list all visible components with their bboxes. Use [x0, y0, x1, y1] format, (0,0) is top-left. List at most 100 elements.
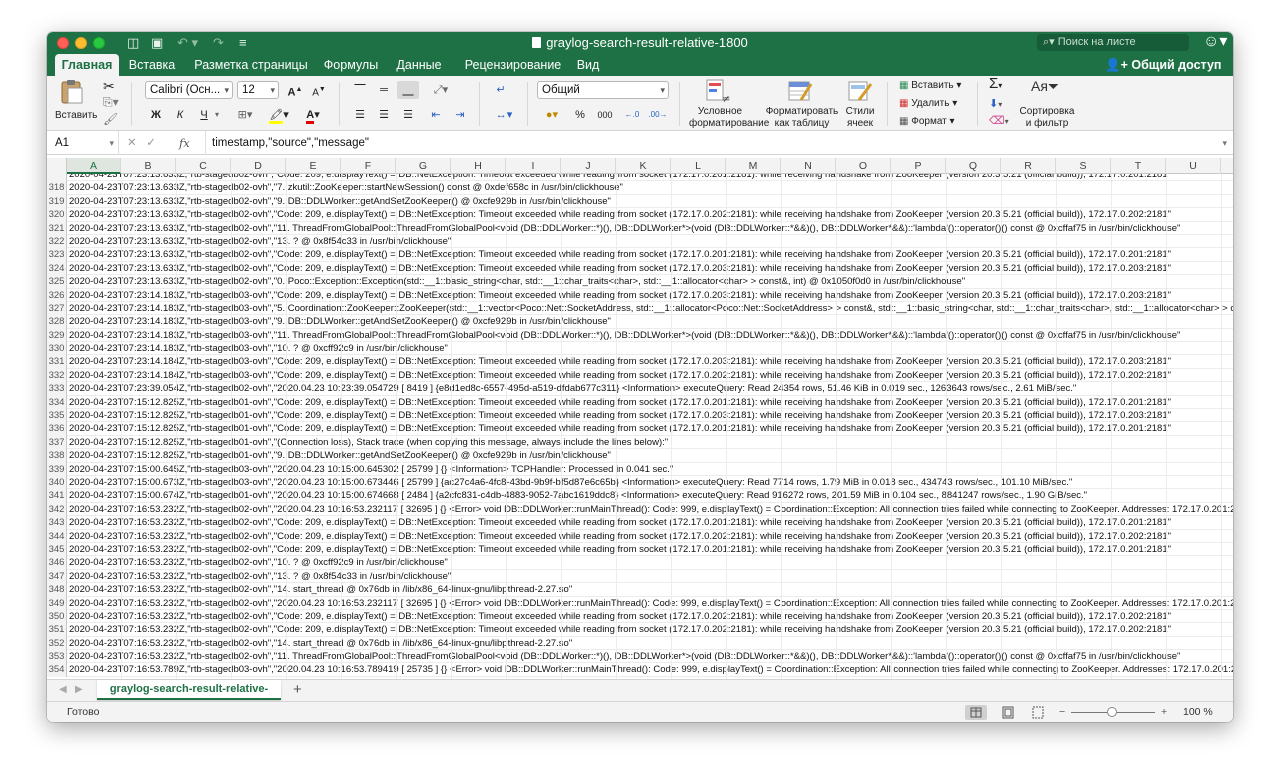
- row-number[interactable]: 350: [47, 609, 67, 624]
- column-header-k[interactable]: K: [616, 158, 671, 174]
- cell-a[interactable]: 2020-04-23T07:15:12.825Z,"rtb-stagedb01-…: [69, 449, 611, 462]
- column-header-g[interactable]: G: [396, 158, 451, 174]
- row-number[interactable]: 342: [47, 502, 67, 517]
- font-name-select[interactable]: Calibri (Осн...: [145, 81, 233, 99]
- decrease-indent-button[interactable]: ⇤: [425, 106, 447, 124]
- sheet-tab[interactable]: graylog-search-result-relative-: [97, 680, 281, 700]
- add-sheet-icon[interactable]: +: [293, 681, 302, 699]
- row-number[interactable]: 341: [47, 489, 67, 503]
- zoom-slider-handle[interactable]: [1107, 707, 1117, 717]
- column-header-m[interactable]: M: [726, 158, 781, 174]
- cell-a[interactable]: 2020-04-23T07:23:14.183Z,"rtb-stagedb03-…: [69, 289, 1171, 302]
- column-header-s[interactable]: S: [1056, 158, 1111, 174]
- row-number[interactable]: 322: [47, 234, 67, 249]
- align-middle-button[interactable]: ═: [373, 81, 395, 99]
- row-number[interactable]: 320: [47, 208, 67, 222]
- underline-options-icon[interactable]: ▾: [215, 109, 219, 121]
- tab-data[interactable]: Данные: [391, 54, 447, 76]
- cell-a[interactable]: 2020-04-23T07:23:13.633Z,"rtb-stagedb02-…: [69, 208, 1171, 221]
- share-button[interactable]: 👤+ Общий доступ ︿: [1105, 54, 1233, 94]
- row-number[interactable]: 346: [47, 556, 67, 570]
- row-number[interactable]: 338: [47, 449, 67, 463]
- sort-filter-label[interactable]: Сортировка и фильтр: [1013, 106, 1081, 130]
- row-number[interactable]: 331: [47, 355, 67, 369]
- row-number[interactable]: 329: [47, 328, 67, 343]
- format-cells-button[interactable]: ▦ Формат ▾: [899, 116, 955, 128]
- row-number[interactable]: 337: [47, 435, 67, 450]
- column-header-i[interactable]: I: [506, 158, 561, 174]
- cell-a[interactable]: 2020-04-23T07:15:00.674Z,"rtb-stagedb01-…: [69, 489, 1087, 502]
- increase-decimal-button[interactable]: ←.0: [621, 106, 643, 124]
- row-number[interactable]: 321: [47, 221, 67, 235]
- column-header-o[interactable]: O: [836, 158, 891, 174]
- row-number[interactable]: 354: [47, 663, 67, 677]
- thousands-separator-button[interactable]: 000: [593, 106, 617, 124]
- cell-a[interactable]: 2020-04-23T07:23:14.184Z,"rtb-stagedb03-…: [69, 369, 1171, 382]
- align-bottom-button[interactable]: ⎽: [397, 81, 419, 99]
- sheet-search-input[interactable]: ⌕▾ Поиск на листе: [1037, 34, 1189, 51]
- tab-home[interactable]: Главная: [55, 54, 119, 76]
- tab-review[interactable]: Рецензирование: [457, 54, 569, 76]
- column-header-j[interactable]: J: [561, 158, 616, 174]
- cell-a[interactable]: 2020-04-23T07:16:53.232Z,"rtb-stagedb02-…: [69, 583, 572, 596]
- column-header-a[interactable]: A: [67, 158, 121, 174]
- fill-icon[interactable]: ⬇▾: [989, 98, 1002, 111]
- cell-a[interactable]: 2020-04-23T07:15:12.825Z,"rtb-stagedb01-…: [69, 396, 1171, 409]
- cell-a[interactable]: 2020-04-23T07:23:13.633Z,"rtb-stagedb02-…: [69, 222, 1180, 235]
- format-as-table-icon[interactable]: [787, 78, 813, 104]
- zoom-in-icon[interactable]: +: [1161, 702, 1167, 722]
- row-number[interactable]: 326: [47, 288, 67, 302]
- spreadsheet-grid[interactable]: ABCDEFGHIJKLMNOPQRSTU 2020-04-23T07:23:1…: [47, 158, 1233, 679]
- column-header-p[interactable]: P: [891, 158, 946, 174]
- tab-formulas[interactable]: Формулы: [319, 54, 383, 76]
- increase-indent-button[interactable]: ⇥: [449, 106, 471, 124]
- row-number[interactable]: 332: [47, 368, 67, 383]
- row-number[interactable]: 339: [47, 462, 67, 476]
- bold-button[interactable]: Ж: [147, 106, 165, 124]
- paste-label[interactable]: Вставить: [55, 110, 97, 122]
- cell-a[interactable]: 2020-04-23T07:23:14.184Z,"rtb-stagedb03-…: [69, 355, 1171, 368]
- row-number[interactable]: 324: [47, 261, 67, 276]
- column-header-d[interactable]: D: [231, 158, 286, 174]
- cell-a[interactable]: 2020-04-23T07:23:13.633Z,"rtb-stagedb02-…: [69, 235, 451, 248]
- column-header-l[interactable]: L: [671, 158, 726, 174]
- row-number[interactable]: 328: [47, 315, 67, 329]
- decrease-font-button[interactable]: A▼: [309, 81, 329, 99]
- cell-a[interactable]: 2020-04-23T07:16:53.789Z,"rtb-stagedb03-…: [69, 663, 1233, 676]
- row-number[interactable]: 352: [47, 636, 67, 651]
- cell-a[interactable]: 2020-04-23T07:16:53.232Z,"rtb-stagedb02-…: [69, 503, 1233, 516]
- tab-view[interactable]: Вид: [575, 54, 601, 76]
- row-number[interactable]: 340: [47, 475, 67, 490]
- cell-a[interactable]: 2020-04-23T07:23:14.183Z,"rtb-stagedb03-…: [69, 329, 1180, 342]
- cell-a[interactable]: 2020-04-23T07:15:12.825Z,"rtb-stagedb01-…: [69, 422, 1171, 435]
- cell-a[interactable]: 2020-04-23T07:15:00.673Z,"rtb-stagedb03-…: [69, 476, 1072, 489]
- select-all-corner[interactable]: [47, 158, 67, 174]
- italic-button[interactable]: К: [171, 106, 189, 124]
- formula-input[interactable]: timestamp,"source","message": [205, 131, 369, 155]
- column-header-q[interactable]: Q: [946, 158, 1001, 174]
- percent-button[interactable]: %: [571, 106, 589, 124]
- next-sheet-icon[interactable]: ▶: [75, 684, 83, 695]
- row-number[interactable]: 347: [47, 569, 67, 584]
- format-as-table-label[interactable]: Форматировать как таблицу: [765, 106, 839, 130]
- row-number[interactable]: 323: [47, 248, 67, 262]
- copy-icon[interactable]: ⎘▾: [103, 96, 119, 108]
- tab-insert[interactable]: Вставка: [125, 54, 179, 76]
- cell-a[interactable]: 2020-04-23T07:23:13.633Z,"rtb-stagedb02-…: [69, 195, 611, 208]
- row-number[interactable]: 319: [47, 194, 67, 209]
- column-header-r[interactable]: R: [1001, 158, 1056, 174]
- currency-button[interactable]: ●▾: [537, 106, 567, 124]
- row-number[interactable]: 343: [47, 516, 67, 530]
- cell-styles-label[interactable]: Стили ячеек: [843, 106, 877, 130]
- cell-a[interactable]: 2020-04-23T07:23:14.183Z,"rtb-stagedb03-…: [69, 342, 448, 355]
- decrease-decimal-button[interactable]: .00→: [647, 106, 669, 124]
- row-number[interactable]: 351: [47, 623, 67, 637]
- column-header-e[interactable]: E: [286, 158, 341, 174]
- number-format-select[interactable]: Общий: [537, 81, 669, 99]
- cell-a[interactable]: 2020-04-23T07:16:53.232Z,"rtb-stagedb02-…: [69, 556, 448, 569]
- column-header-n[interactable]: N: [781, 158, 836, 174]
- name-box[interactable]: A1: [47, 131, 119, 155]
- cell-a[interactable]: 2020-04-23T07:15:12.825Z,"rtb-stagedb01-…: [69, 436, 668, 449]
- column-header-c[interactable]: C: [176, 158, 231, 174]
- cell-a[interactable]: 2020-04-23T07:16:53.232Z,"rtb-stagedb02-…: [69, 530, 1171, 543]
